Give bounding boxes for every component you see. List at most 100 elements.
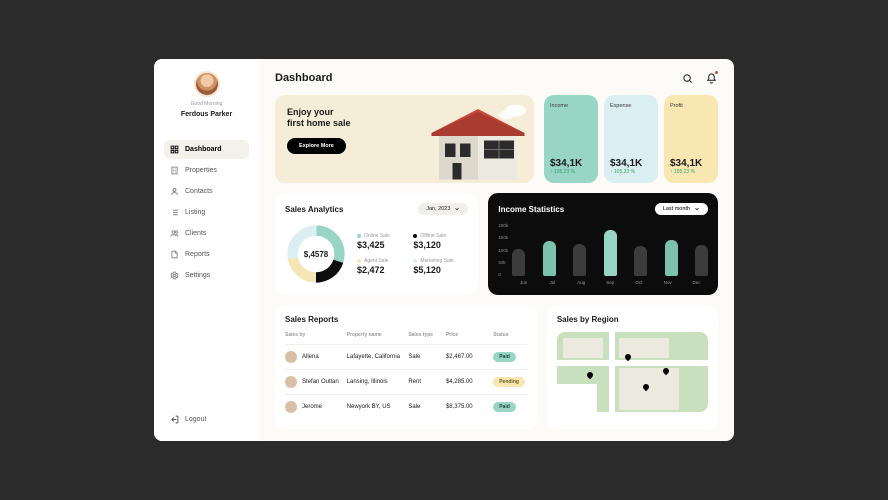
- house-illustration: [418, 95, 534, 183]
- bell-icon: [706, 73, 717, 84]
- hero-heading: Enjoy yourfirst home sale: [287, 107, 351, 130]
- map-pin[interactable]: [642, 383, 650, 391]
- stat-delta: ↑ 105,23 %: [670, 169, 712, 175]
- map-pin[interactable]: [624, 353, 632, 361]
- stat-profit[interactable]: Profit $34,1K ↑ 105,23 %: [664, 95, 718, 183]
- map-pin[interactable]: [586, 371, 594, 379]
- sidebar-item-label: Listing: [185, 209, 205, 216]
- panel-title: Sales Analytics: [285, 205, 343, 214]
- seller-name: Jerome: [302, 404, 322, 410]
- x-tick: Nov: [656, 280, 679, 285]
- map-pin[interactable]: [662, 367, 670, 375]
- y-axis: 200k150k100k50k0: [498, 223, 508, 277]
- metric-label: Offline Sale: [413, 233, 453, 239]
- type-cell: Sale: [408, 354, 442, 360]
- username: Ferdous Parker: [181, 111, 232, 118]
- sidebar-item-clients[interactable]: Clients: [164, 224, 249, 243]
- avatar: [194, 71, 220, 97]
- price-cell: $2,467.00: [446, 354, 489, 360]
- seller-cell: Stefan Outlan: [285, 376, 343, 388]
- col-header: Price: [446, 332, 489, 338]
- sidebar-item-label: Clients: [185, 230, 206, 237]
- search-button[interactable]: [680, 71, 694, 85]
- stat-delta: ↑ 105,23 %: [550, 169, 592, 175]
- x-tick: Jul: [541, 280, 564, 285]
- donut-center-value: $,4578: [298, 236, 334, 272]
- avatar: [285, 376, 297, 388]
- metric: Marketing Sale$5,120: [413, 258, 453, 275]
- type-cell: Rent: [408, 379, 442, 385]
- status-badge: Pending: [493, 377, 525, 387]
- bar-oct[interactable]: [634, 246, 647, 276]
- stat-label: Expense: [610, 103, 652, 109]
- x-tick: Dec: [685, 280, 708, 285]
- sidebar-item-reports[interactable]: Reports: [164, 245, 249, 264]
- income-period-select[interactable]: Last month: [655, 203, 708, 215]
- status-cell: Paid: [493, 352, 527, 362]
- bar-nov[interactable]: [665, 240, 678, 276]
- bar-jun[interactable]: [512, 249, 525, 276]
- seller-name: Allena: [302, 354, 319, 360]
- metric-value: $3,425: [357, 240, 397, 250]
- panel-title: Sales by Region: [557, 315, 708, 324]
- sales-by-region-panel: Sales by Region: [547, 305, 718, 429]
- panel-title: Income Statistics: [498, 205, 564, 214]
- stat-label: Income: [550, 103, 592, 109]
- sidebar-item-settings[interactable]: Settings: [164, 266, 249, 285]
- analytics-period-select[interactable]: Jan, 2023: [418, 203, 468, 215]
- app-shell: Good Morning Ferdous Parker Dashboard Pro…: [154, 59, 734, 441]
- table-row[interactable]: Stefan OutlanLansing, IllinoisRent$4,285…: [285, 369, 527, 394]
- sidebar-item-label: Settings: [185, 272, 210, 279]
- region-map[interactable]: [557, 332, 708, 412]
- metric: Agent Sale$2,472: [357, 258, 397, 275]
- price-cell: $8,375.00: [446, 404, 489, 410]
- col-header: Status: [493, 332, 527, 338]
- topbar: Dashboard: [275, 71, 718, 85]
- table-header: Sales byProperty nameSales typePriceStat…: [285, 332, 527, 338]
- metric-value: $3,120: [413, 240, 453, 250]
- sales-analytics-panel: Sales Analytics Jan, 2023: [275, 193, 478, 295]
- stat-value: $34,1K: [610, 158, 652, 169]
- bar-dec[interactable]: [695, 245, 708, 276]
- seller-name: Stefan Outlan: [302, 379, 339, 385]
- stat-value: $34,1K: [670, 158, 712, 169]
- stat-expense[interactable]: Expense $34,1K ↑ 105,23 %: [604, 95, 658, 183]
- main: Dashboard Enjoy yourfirst home sale Expl…: [259, 59, 734, 441]
- metric-label: Online Sale: [357, 233, 397, 239]
- stat-income[interactable]: Income $34,1K ↑ 105,23 %: [544, 95, 598, 183]
- profile[interactable]: Good Morning Ferdous Parker: [164, 71, 249, 118]
- search-icon: [682, 73, 693, 84]
- sidebar-nav: Dashboard Properties Contacts Listing Client…: [164, 140, 249, 285]
- sidebar-item-properties[interactable]: Properties: [164, 161, 249, 180]
- stat-value: $34,1K: [550, 158, 592, 169]
- sidebar-item-contacts[interactable]: Contacts: [164, 182, 249, 201]
- col-header: Sales by: [285, 332, 343, 338]
- stat-delta: ↑ 105,23 %: [610, 169, 652, 175]
- top-actions: [680, 71, 718, 85]
- property-cell: Lafayette, California: [347, 354, 405, 360]
- document-icon: [170, 250, 179, 259]
- bar-aug[interactable]: [573, 244, 586, 276]
- seller-cell: Allena: [285, 351, 343, 363]
- avatar: [285, 401, 297, 413]
- period-label: Last month: [663, 206, 690, 212]
- table-row[interactable]: Allena Lafayette, CaliforniaSale $2,467.00…: [285, 344, 527, 369]
- logout-button[interactable]: Logout: [164, 410, 249, 429]
- bar-jul[interactable]: [543, 241, 556, 276]
- price-cell: $4,285.00: [446, 379, 489, 385]
- metric: Online Sale$3,425: [357, 233, 397, 250]
- sidebar-item-dashboard[interactable]: Dashboard: [164, 140, 249, 159]
- x-tick: Aug: [570, 280, 593, 285]
- list-icon: [170, 208, 179, 217]
- sidebar-item-label: Contacts: [185, 188, 213, 195]
- grid-icon: [170, 145, 179, 154]
- notifications-button[interactable]: [704, 71, 718, 85]
- metric-label: Agent Sale: [357, 258, 397, 264]
- bar-sep[interactable]: [604, 230, 617, 276]
- table-body: Allena Lafayette, CaliforniaSale $2,467.00…: [285, 344, 527, 419]
- explore-button[interactable]: Explore More: [287, 138, 346, 154]
- table-row[interactable]: JeromeNewyork BY, USSale$8,375.00Paid: [285, 394, 527, 419]
- sidebar-item-listing[interactable]: Listing: [164, 203, 249, 222]
- seller-cell: Jerome: [285, 401, 343, 413]
- status-cell: Paid: [493, 402, 527, 412]
